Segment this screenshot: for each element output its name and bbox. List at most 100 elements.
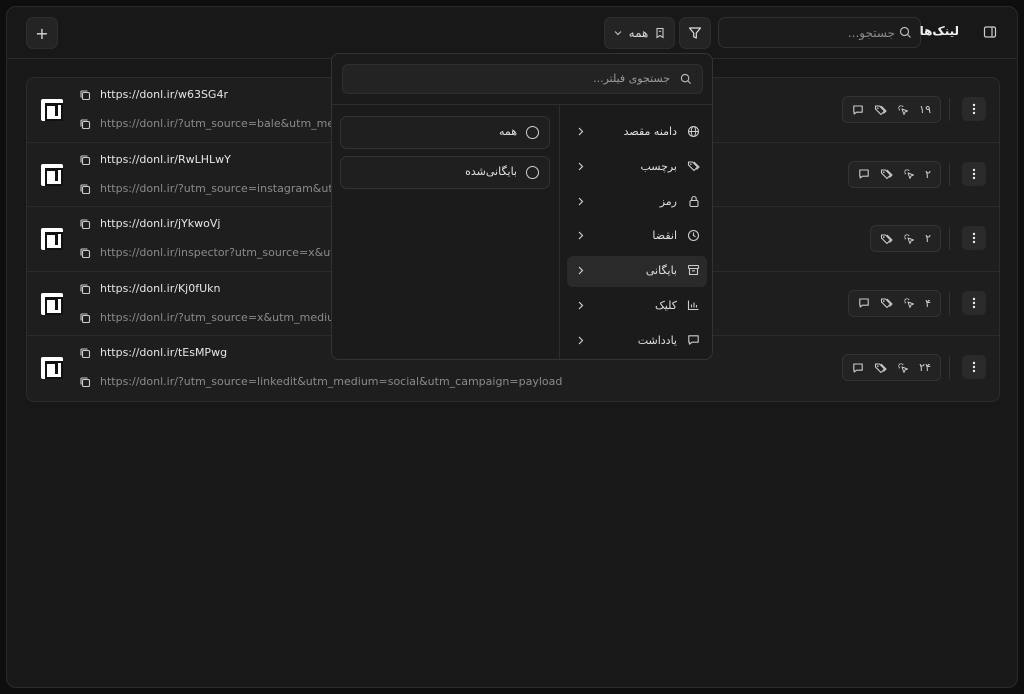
bookmark-icon: [656, 27, 664, 39]
short-link[interactable]: https://donl.ir/Kj0fUkn: [100, 282, 220, 295]
click-count: ۲: [925, 167, 931, 181]
add-link-button[interactable]: +: [26, 17, 58, 49]
copy-icon[interactable]: [79, 118, 91, 130]
copy-icon[interactable]: [79, 218, 91, 230]
bar-chart-icon: [687, 299, 700, 311]
more-options-button[interactable]: [962, 355, 986, 379]
destination-url: https://donl.ir/?utm_source=linkedit&utm…: [100, 375, 563, 388]
copy-icon[interactable]: [79, 283, 91, 295]
search-input[interactable]: [727, 18, 895, 47]
short-link[interactable]: https://donl.ir/tEsMPwg: [100, 346, 227, 359]
tags-icon: [880, 233, 893, 245]
sidebar-toggle-button[interactable]: [979, 21, 1001, 43]
radio-button[interactable]: [526, 126, 539, 139]
search-icon: [899, 26, 911, 38]
row-divider: [949, 162, 950, 186]
chevron-right-icon: [577, 231, 584, 240]
chevron-right-icon: [577, 127, 584, 136]
page-title: لینک‌ها: [919, 24, 959, 38]
filter-option-label: بایگانی‌شده: [465, 164, 517, 178]
filter-button[interactable]: [679, 17, 711, 49]
filter-dropdown: جستجوی فیلتر... دامنه مقصد برچسب رمز انقضا ب…: [331, 53, 713, 360]
tags-icon: [687, 160, 700, 172]
copy-icon[interactable]: [79, 347, 91, 359]
row-divider: [949, 227, 950, 250]
filter-category-bar-chart[interactable]: کلیک: [567, 291, 707, 322]
filter-category-globe[interactable]: دامنه مقصد: [567, 117, 707, 148]
view-filter-select[interactable]: همه: [604, 17, 675, 49]
qr-code-icon[interactable]: [41, 292, 63, 315]
filter-category-lock[interactable]: رمز: [567, 187, 707, 218]
short-link[interactable]: https://donl.ir/RwLHLwY: [100, 153, 231, 166]
row-divider: [949, 98, 950, 121]
copy-icon[interactable]: [79, 183, 91, 195]
click-icon: [903, 233, 915, 245]
link-stats[interactable]: ۲۴: [842, 354, 941, 381]
short-link[interactable]: https://donl.ir/w63SG4r: [100, 88, 228, 101]
chevron-right-icon: [577, 301, 584, 310]
view-filter-label: همه: [628, 26, 649, 40]
link-stats[interactable]: ۲: [870, 225, 941, 252]
click-count: ۲۴: [919, 361, 931, 374]
sidebar-icon: [983, 26, 997, 38]
qr-code-icon[interactable]: [41, 163, 63, 186]
more-options-button[interactable]: [962, 290, 986, 315]
click-count: ۱۹: [919, 103, 931, 116]
chevron-right-icon: [577, 266, 584, 275]
copy-icon[interactable]: [79, 247, 91, 259]
qr-code-icon[interactable]: [41, 99, 63, 121]
more-options-button[interactable]: [962, 226, 986, 250]
chevron-right-icon: [577, 197, 584, 206]
click-count: ۴: [925, 296, 931, 310]
row-divider: [949, 291, 950, 315]
click-icon: [897, 104, 909, 116]
filter-option[interactable]: همه: [340, 116, 550, 149]
destination-url: https://donl.ir/?utm_source=instagram&ut…: [100, 181, 367, 195]
filter-category-clock[interactable]: انقضا: [567, 221, 707, 252]
comment-icon: [852, 104, 864, 116]
filter-category-archive[interactable]: بایگانی: [567, 256, 707, 288]
copy-icon[interactable]: [79, 89, 91, 101]
search-icon: [680, 73, 692, 85]
filter-category-label: دامنه مقصد: [623, 125, 677, 138]
filter-category-label: بایگانی: [645, 264, 677, 278]
link-stats[interactable]: ۲: [848, 160, 941, 188]
comment-icon: [858, 168, 870, 180]
top-bar: + همه لینک‌ها: [7, 7, 1017, 59]
filter-option-label: همه: [498, 125, 517, 138]
link-stats[interactable]: ۱۹: [842, 96, 941, 123]
chevron-down-icon: [614, 31, 622, 36]
row-divider: [949, 356, 950, 379]
globe-icon: [687, 125, 700, 138]
more-options-button[interactable]: [962, 161, 986, 186]
filter-search-field[interactable]: جستجوی فیلتر...: [342, 64, 703, 94]
archive-icon: [687, 264, 700, 276]
filter-category-label: رمز: [659, 194, 677, 208]
click-icon: [903, 168, 915, 180]
radio-button[interactable]: [526, 165, 539, 179]
more-options-button[interactable]: [962, 97, 986, 121]
short-link[interactable]: https://donl.ir/jYkwoVj: [100, 217, 220, 230]
click-icon: [897, 362, 909, 374]
copy-icon[interactable]: [79, 312, 91, 324]
copy-icon[interactable]: [79, 376, 91, 388]
filter-category-label: برچسب: [640, 159, 677, 173]
filter-category-tags[interactable]: برچسب: [567, 152, 707, 183]
chevron-right-icon: [577, 162, 584, 171]
search-field[interactable]: [718, 17, 921, 48]
qr-code-icon[interactable]: [41, 228, 63, 250]
destination-url: https://donl.ir/?utm_source=bale&utm_med…: [100, 117, 362, 130]
tags-icon: [874, 362, 887, 374]
plus-icon: +: [35, 23, 49, 43]
comment-icon: [858, 297, 870, 309]
filter-category-label: کلیک: [654, 299, 677, 312]
destination-url: https://donl.ir/inspector?utm_source=x&u…: [100, 246, 362, 259]
clock-icon: [687, 229, 700, 242]
filter-icon: [688, 27, 702, 39]
qr-code-icon[interactable]: [41, 357, 63, 379]
filter-category-label: انقضا: [652, 229, 677, 243]
filter-category-note[interactable]: یادداشت: [567, 326, 707, 357]
copy-icon[interactable]: [79, 154, 91, 166]
filter-option[interactable]: بایگانی‌شده: [340, 155, 550, 189]
link-stats[interactable]: ۴: [848, 289, 941, 317]
